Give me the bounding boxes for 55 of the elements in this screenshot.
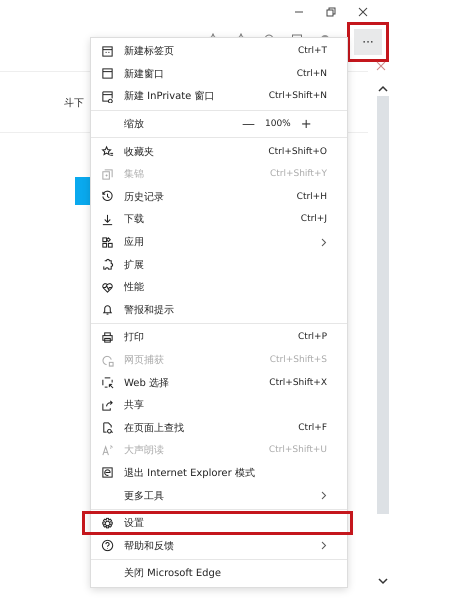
history-icon: [101, 190, 114, 204]
menu-item[interactable]: 更多工具: [91, 484, 347, 507]
share-icon: [101, 398, 114, 412]
menu-item[interactable]: 共享: [91, 394, 347, 416]
close-icon[interactable]: [358, 7, 368, 17]
close-icon[interactable]: [376, 61, 386, 71]
menu-item[interactable]: 在页面上查找 Ctrl+F: [91, 416, 347, 440]
menu-item[interactable]: 扩展: [91, 253, 347, 276]
zoom-label: 缩放: [124, 118, 144, 132]
menu-item[interactable]: 新建 InPrivate 窗口 Ctrl+Shift+N: [91, 85, 347, 108]
edge-icon: [101, 466, 114, 480]
menu-item[interactable]: 收藏夹 Ctrl+Shift+O: [91, 140, 347, 163]
menu-item[interactable]: 设置: [83, 512, 352, 534]
more-button[interactable]: ···: [354, 29, 382, 55]
selection-icon: [101, 376, 114, 390]
read-aloud-icon: [101, 444, 114, 457]
menu-item[interactable]: 打印 Ctrl+P: [91, 326, 347, 349]
scroll-up-icon[interactable]: [378, 85, 388, 92]
collection-icon: [101, 168, 114, 181]
menu-item[interactable]: Web 选择 Ctrl+Shift+X: [91, 371, 347, 394]
menu-item[interactable]: 性能: [91, 276, 347, 299]
private-window-icon: [101, 90, 114, 103]
download-icon: [101, 212, 114, 226]
menu-item[interactable]: 新建窗口 Ctrl+N: [91, 62, 347, 86]
zoom-out-button[interactable]: —: [238, 116, 259, 132]
scrollbar[interactable]: [376, 85, 390, 585]
menu-item[interactable]: 下载 Ctrl+J: [91, 208, 347, 231]
menu-item[interactable]: 应用: [91, 230, 347, 254]
maximize-icon[interactable]: [326, 7, 336, 17]
menu-item[interactable]: 警报和提示: [91, 298, 347, 322]
chevron-right-icon: [321, 541, 327, 550]
heart-pulse-icon: [101, 280, 114, 294]
star-list-icon: [101, 145, 114, 158]
scroll-thumb[interactable]: [377, 96, 389, 514]
chevron-right-icon: [321, 491, 327, 500]
zoom-value: 100%: [265, 119, 291, 130]
chevron-right-icon: [321, 238, 327, 247]
menu-item[interactable]: 退出 Internet Explorer 模式: [91, 462, 347, 484]
menu-item[interactable]: 帮助和反馈: [91, 534, 347, 558]
page-text: 斗下: [64, 96, 85, 110]
bell-icon: [101, 303, 114, 316]
printer-icon: [101, 330, 114, 344]
menu-item[interactable]: 历史记录 Ctrl+H: [91, 186, 347, 208]
capture-icon: [101, 354, 114, 367]
apps-icon: [101, 236, 114, 249]
puzzle-icon: [101, 258, 114, 272]
menu-item[interactable]: 关闭 Microsoft Edge: [91, 562, 347, 585]
scroll-down-icon[interactable]: [378, 578, 388, 585]
zoom-in-button[interactable]: +: [296, 116, 316, 132]
settings-icon: [101, 516, 114, 530]
find-icon: [101, 421, 114, 434]
help-icon: [101, 539, 114, 552]
new-tab-icon: [101, 44, 114, 58]
window-icon: [101, 67, 114, 80]
menu-item[interactable]: 新建标签页 Ctrl+T: [91, 40, 347, 63]
